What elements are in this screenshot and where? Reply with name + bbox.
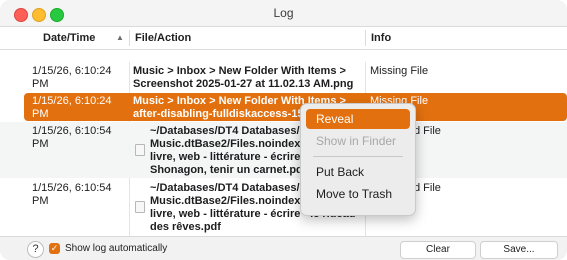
clear-button[interactable]: Clear xyxy=(400,241,476,259)
save-button[interactable]: Save... xyxy=(480,241,558,259)
help-button[interactable]: ? xyxy=(27,241,44,258)
document-icon xyxy=(135,144,145,156)
row-date: 1/15/26, 6:10:54 PM xyxy=(32,125,112,150)
column-header-date[interactable]: Date/Time xyxy=(43,32,95,44)
footer-bar: ? ✓ Show log automatically Clear Save... xyxy=(0,236,567,260)
row-file: Music > Inbox > New Folder With Items > … xyxy=(133,65,354,90)
row-date: 1/15/26, 6:10:54 PM xyxy=(32,182,112,207)
table-row[interactable]: 1/15/26, 6:10:54 PM ~/Databases/DT4 Data… xyxy=(0,179,567,235)
window-title: Log xyxy=(273,6,294,20)
row-date: 1/15/26, 6:10:24 PM xyxy=(32,95,112,120)
show-log-checkbox[interactable]: ✓ xyxy=(49,243,60,254)
column-divider[interactable] xyxy=(129,30,130,46)
context-menu: Reveal Show in Finder Put Back Move to T… xyxy=(300,103,416,216)
table-row[interactable]: 1/15/26, 6:10:54 PM ~/Databases/DT4 Data… xyxy=(0,122,567,178)
show-log-label: Show log automatically xyxy=(65,243,168,254)
menu-item-reveal[interactable]: Reveal xyxy=(306,109,410,129)
column-divider[interactable] xyxy=(365,30,366,46)
row-date: 1/15/26, 6:10:24 PM xyxy=(32,65,112,90)
table-row-selected[interactable]: 1/15/26, 6:10:24 PM Music > Inbox > New … xyxy=(24,93,567,121)
column-header-info[interactable]: Info xyxy=(371,32,391,44)
menu-item-put-back[interactable]: Put Back xyxy=(306,162,410,182)
document-icon xyxy=(135,201,145,213)
menu-item-show-in-finder: Show in Finder xyxy=(316,134,397,148)
row-info: d File xyxy=(414,125,441,137)
menu-separator xyxy=(313,156,403,157)
menu-item-move-to-trash[interactable]: Move to Trash xyxy=(306,184,410,204)
title-bar: Log xyxy=(0,0,567,27)
row-info: Missing File xyxy=(370,65,429,77)
row-info: d File xyxy=(414,182,441,194)
table-header: Date/Time ▲ File/Action Info xyxy=(0,27,567,50)
log-window: Log Date/Time ▲ File/Action Info 1/15/26… xyxy=(0,0,567,260)
table-row[interactable]: 1/15/26, 6:10:24 PM Music > Inbox > New … xyxy=(0,62,567,92)
sort-up-icon[interactable]: ▲ xyxy=(116,33,124,42)
column-header-file[interactable]: File/Action xyxy=(135,32,191,44)
